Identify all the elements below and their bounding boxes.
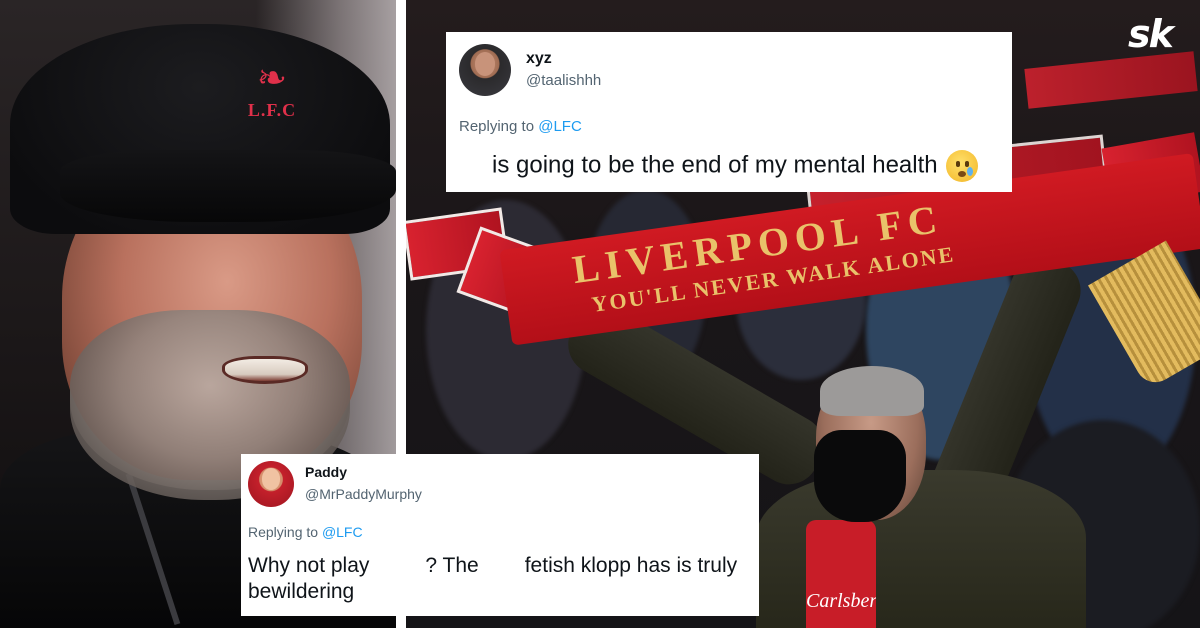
sportskeeda-logo: sk — [1128, 12, 1174, 56]
fan-hair — [820, 366, 924, 416]
mention-link[interactable]: @LFC — [538, 118, 582, 135]
mouth — [222, 356, 308, 384]
avatar[interactable] — [459, 44, 511, 96]
background-scarf — [1024, 51, 1198, 109]
liverbird-crest-icon: ❧ L.F.C — [244, 56, 300, 140]
tweet-handle[interactable]: @taalishhh — [526, 72, 601, 89]
tweet-display-name[interactable]: xyz — [526, 50, 552, 68]
tweet-card[interactable]: xyz @taalishhh Replying to @LFC is going… — [446, 32, 1012, 192]
cap-crest-text: L.F.C — [247, 100, 297, 120]
tweet-handle[interactable]: @MrPaddyMurphy — [305, 486, 422, 502]
replying-to-label: Replying to — [248, 524, 322, 540]
avatar[interactable] — [248, 461, 294, 507]
face-holding-back-tears-icon — [945, 150, 978, 182]
tweet-display-name[interactable]: Paddy — [305, 464, 347, 480]
tweet-body-part2: ? The — [425, 554, 479, 577]
tweet-body-part1: Why not play — [248, 554, 370, 577]
shirt-sponsor-text: Carlsberg — [806, 590, 876, 612]
tweet-text: Why not play? The fetish klopp has is tru… — [248, 553, 758, 605]
replying-to-line: Replying to @LFC — [459, 118, 582, 135]
replying-to-label: Replying to — [459, 118, 539, 135]
tweet-card[interactable]: Paddy @MrPaddyMurphy Replying to @LFC Wh… — [241, 454, 759, 616]
fan-shirt: Carlsberg — [806, 520, 876, 628]
tweet-body-text: is going to be the end of my mental heal… — [492, 151, 938, 179]
face-mask — [814, 430, 906, 522]
tweet-text: is going to be the end of my mental heal… — [492, 150, 978, 182]
replying-to-line: Replying to @LFC — [248, 524, 363, 540]
cap-brim — [60, 150, 396, 222]
mention-link[interactable]: @LFC — [322, 524, 363, 540]
